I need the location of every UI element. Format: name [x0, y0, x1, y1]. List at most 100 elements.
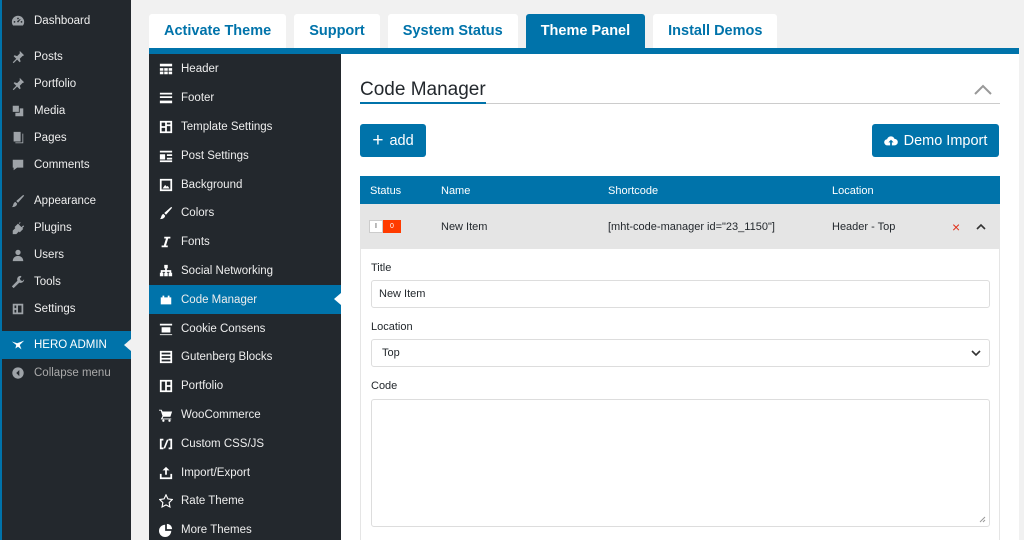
users-icon — [11, 248, 25, 262]
plus-icon: + — [372, 130, 384, 151]
panel-nav-import-export[interactable]: Import/Export — [149, 458, 341, 487]
wp-menu-label: HERO ADMIN — [34, 339, 107, 351]
portfolio-icon — [158, 379, 173, 394]
wp-menu-settings[interactable]: Settings — [2, 295, 131, 322]
panel-nav-background[interactable]: Background — [149, 170, 341, 199]
settings-icon — [11, 302, 25, 316]
panel-nav-rate-theme[interactable]: Rate Theme — [149, 487, 341, 516]
table-header: Status Name Shortcode Location — [360, 176, 1000, 204]
theme-tabs: Activate Theme Support System Status The… — [149, 14, 778, 48]
tab-system-status[interactable]: System Status — [387, 14, 518, 48]
panel-nav-label: Background — [181, 178, 243, 191]
wp-menu-label: Pages — [34, 131, 67, 144]
wp-menu-comments[interactable]: Comments — [2, 151, 131, 178]
column-header-status: Status — [370, 185, 402, 197]
panel-nav-label: Code Manager — [181, 293, 258, 306]
panel-nav-label: Colors — [181, 207, 215, 220]
upload-icon — [158, 465, 173, 480]
panel-nav-social-networking[interactable]: Social Networking — [149, 257, 341, 286]
wp-menu-label: Users — [34, 248, 65, 261]
status-toggle-off-side: 0 — [383, 220, 401, 233]
wp-menu-dashboard[interactable]: Dashboard — [2, 7, 131, 34]
status-toggle[interactable]: I 0 — [369, 220, 402, 233]
title-label: Title — [371, 262, 392, 274]
post-settings-icon — [158, 148, 173, 163]
panel-nav-label: Footer — [181, 92, 215, 105]
pin-icon — [11, 77, 25, 91]
wp-admin-menu: Dashboard Posts Portfolio Media Pages Co… — [0, 0, 131, 540]
tab-theme-panel[interactable]: Theme Panel — [525, 14, 646, 48]
wp-menu-label: Appearance — [34, 194, 97, 207]
location-select[interactable]: Top — [371, 339, 990, 367]
wp-menu-label: Portfolio — [34, 77, 77, 90]
panel-nav-label: Cookie Consens — [181, 322, 266, 335]
wp-menu-posts[interactable]: Posts — [2, 43, 131, 70]
panel-nav-cookie-consens[interactable]: Cookie Consens — [149, 314, 341, 343]
comments-icon — [11, 158, 25, 172]
panel-nav-portfolio[interactable]: Portfolio — [149, 372, 341, 401]
wp-menu-collapse[interactable]: Collapse menu — [2, 359, 131, 386]
panel-nav-woocommerce[interactable]: WooCommerce — [149, 401, 341, 430]
location-selected-value: Top — [382, 347, 400, 359]
collapse-icon — [11, 366, 25, 380]
wp-menu-pages[interactable]: Pages — [2, 124, 131, 151]
wp-menu-label: Tools — [34, 275, 61, 288]
tab-support[interactable]: Support — [294, 14, 380, 48]
dashboard-icon — [11, 14, 25, 28]
code-icon — [158, 436, 173, 451]
panel-nav-colors[interactable]: Colors — [149, 199, 341, 228]
panel-nav-label: Rate Theme — [181, 495, 245, 508]
demo-import-button[interactable]: Demo Import — [872, 124, 999, 157]
panel-nav-label: Import/Export — [181, 466, 251, 479]
panel-nav-label: Template Settings — [181, 120, 273, 133]
footer-icon — [158, 91, 173, 106]
code-textarea[interactable] — [371, 399, 990, 527]
chevron-up-icon[interactable] — [973, 82, 993, 96]
item-location: Header - Top — [832, 221, 896, 233]
chevron-up-icon[interactable] — [976, 222, 986, 230]
wp-menu-appearance[interactable]: Appearance — [2, 187, 131, 214]
wp-menu-portfolio[interactable]: Portfolio — [2, 70, 131, 97]
panel-nav-more-themes[interactable]: More Themes — [149, 516, 341, 540]
panel-nav-header[interactable]: Header — [149, 55, 341, 84]
panel-nav-label: Social Networking — [181, 264, 274, 277]
resize-grip-icon[interactable] — [979, 516, 986, 523]
network-icon — [158, 263, 173, 278]
tab-activate-theme[interactable]: Activate Theme — [149, 14, 287, 48]
blocks-icon — [158, 350, 173, 365]
template-icon — [158, 119, 173, 134]
panel-nav-footer[interactable]: Footer — [149, 84, 341, 113]
panel-nav-template-settings[interactable]: Template Settings — [149, 113, 341, 142]
add-button[interactable]: + add — [360, 124, 426, 157]
wp-menu-label: Plugins — [34, 221, 72, 234]
wp-menu-label: Settings — [34, 302, 76, 315]
panel-nav-gutenberg-blocks[interactable]: Gutenberg Blocks — [149, 343, 341, 372]
italic-icon — [158, 235, 173, 250]
delete-icon[interactable]: × — [952, 219, 960, 235]
wp-menu-hero-admin[interactable]: HERO ADMIN — [2, 331, 131, 359]
panel-nav-custom-css-js[interactable]: Custom CSS/JS — [149, 429, 341, 458]
chevron-down-icon — [971, 349, 981, 356]
wp-menu-users[interactable]: Users — [2, 241, 131, 268]
pin-icon — [11, 50, 25, 64]
panel-nav-label: Fonts — [181, 236, 210, 249]
brush-icon — [11, 194, 25, 208]
media-icon — [11, 104, 25, 118]
wp-menu-label: Dashboard — [34, 14, 91, 27]
wp-menu-media[interactable]: Media — [2, 97, 131, 124]
add-button-label: add — [389, 132, 414, 149]
panel-nav-label: Custom CSS/JS — [181, 437, 265, 450]
title-input[interactable]: New Item — [371, 280, 990, 308]
wp-menu-plugins[interactable]: Plugins — [2, 214, 131, 241]
wp-menu-tools[interactable]: Tools — [2, 268, 131, 295]
title-underline — [360, 102, 486, 104]
wp-menu-label: Media — [34, 104, 66, 117]
plug-icon — [11, 221, 25, 235]
panel-nav-post-settings[interactable]: Post Settings — [149, 141, 341, 170]
panel-nav-fonts[interactable]: Fonts — [149, 228, 341, 257]
table-row[interactable]: I 0 New Item [mht-code-manager id="23_11… — [360, 204, 1000, 249]
pages-icon — [11, 131, 25, 145]
cart-icon — [158, 407, 173, 422]
tab-install-demos[interactable]: Install Demos — [653, 14, 778, 48]
panel-nav-code-manager[interactable]: Code Manager — [149, 285, 341, 315]
